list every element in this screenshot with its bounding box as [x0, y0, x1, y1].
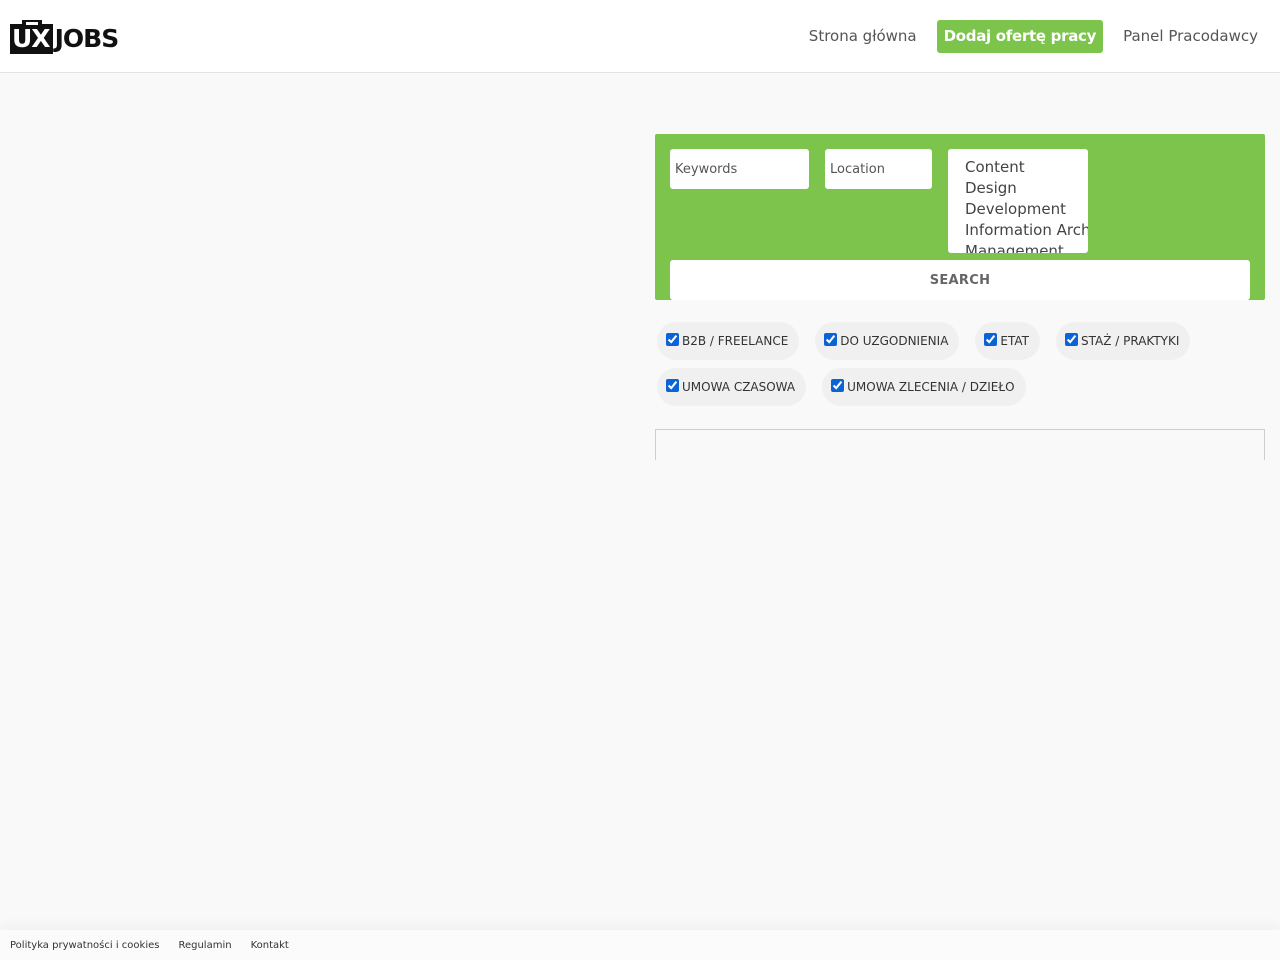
filter-row: B2B / FREELANCE DO UZGODNIENIA ETAT STAŻ… — [657, 322, 1257, 360]
site-footer: Polityka prywatności i cookies Regulamin… — [0, 930, 1280, 960]
category-option[interactable]: Design — [965, 178, 1088, 199]
category-option[interactable]: Information Arch — [965, 220, 1088, 241]
filter-chip-do-uzgodnienia[interactable]: DO UZGODNIENIA — [815, 322, 960, 360]
job-listings-container — [655, 429, 1265, 460]
umowa-czasowa-checkbox[interactable] — [666, 378, 679, 392]
filter-chip-umowa-czasowa[interactable]: UMOWA CZASOWA — [657, 368, 807, 406]
job-search-panel: Content Design Development Information A… — [655, 134, 1265, 300]
category-option[interactable]: Content — [965, 157, 1088, 178]
site-header: UX JOBS Strona główna Dodaj ofertę pracy… — [0, 0, 1280, 73]
nav-home-link[interactable]: Strona główna — [799, 20, 927, 53]
privacy-policy-link[interactable]: Polityka prywatności i cookies — [10, 940, 159, 951]
staz-praktyki-checkbox[interactable] — [1065, 332, 1078, 346]
main-nav: Strona główna Dodaj ofertę pracy Panel P… — [799, 20, 1268, 53]
category-option[interactable]: Management — [965, 241, 1088, 253]
nav-add-job-button[interactable]: Dodaj ofertę pracy — [936, 20, 1104, 53]
filter-label: B2B / FREELANCE — [682, 334, 789, 348]
contact-link[interactable]: Kontakt — [251, 940, 289, 951]
logo-text: JOBS — [54, 24, 120, 53]
terms-link[interactable]: Regulamin — [178, 940, 231, 951]
filter-label: UMOWA ZLECENIA / DZIEŁO — [847, 380, 1015, 394]
filter-chip-staz-praktyki[interactable]: STAŻ / PRAKTYKI — [1056, 322, 1191, 360]
location-input[interactable] — [825, 149, 932, 189]
keywords-input[interactable] — [670, 149, 809, 189]
b2b-freelance-checkbox[interactable] — [666, 332, 679, 346]
category-option[interactable]: Development — [965, 199, 1088, 220]
filter-chip-etat[interactable]: ETAT — [975, 322, 1040, 360]
filter-chip-b2b-freelance[interactable]: B2B / FREELANCE — [657, 322, 800, 360]
filter-label: DO UZGODNIENIA — [840, 334, 949, 348]
filter-chip-umowa-zlecenia-dzielo[interactable]: UMOWA ZLECENIA / DZIEŁO — [822, 368, 1026, 406]
filter-row: UMOWA CZASOWA UMOWA ZLECENIA / DZIEŁO — [657, 368, 1257, 406]
logo-mark: UX — [10, 20, 53, 54]
category-multiselect[interactable]: Content Design Development Information A… — [948, 149, 1088, 253]
umowa-zlecenia-dzielo-checkbox[interactable] — [831, 378, 845, 392]
filter-label: UMOWA CZASOWA — [682, 380, 796, 394]
nav-employer-panel-link[interactable]: Panel Pracodawcy — [1113, 20, 1268, 53]
filter-label: STAŻ / PRAKTYKI — [1081, 334, 1180, 348]
site-logo[interactable]: UX JOBS — [10, 20, 120, 54]
do-uzgodnienia-checkbox[interactable] — [824, 332, 838, 346]
job-type-filters: B2B / FREELANCE DO UZGODNIENIA ETAT STAŻ… — [657, 322, 1257, 414]
filter-label: ETAT — [1000, 334, 1029, 348]
search-button[interactable]: SEARCH — [670, 260, 1250, 300]
etat-checkbox[interactable] — [984, 332, 998, 346]
